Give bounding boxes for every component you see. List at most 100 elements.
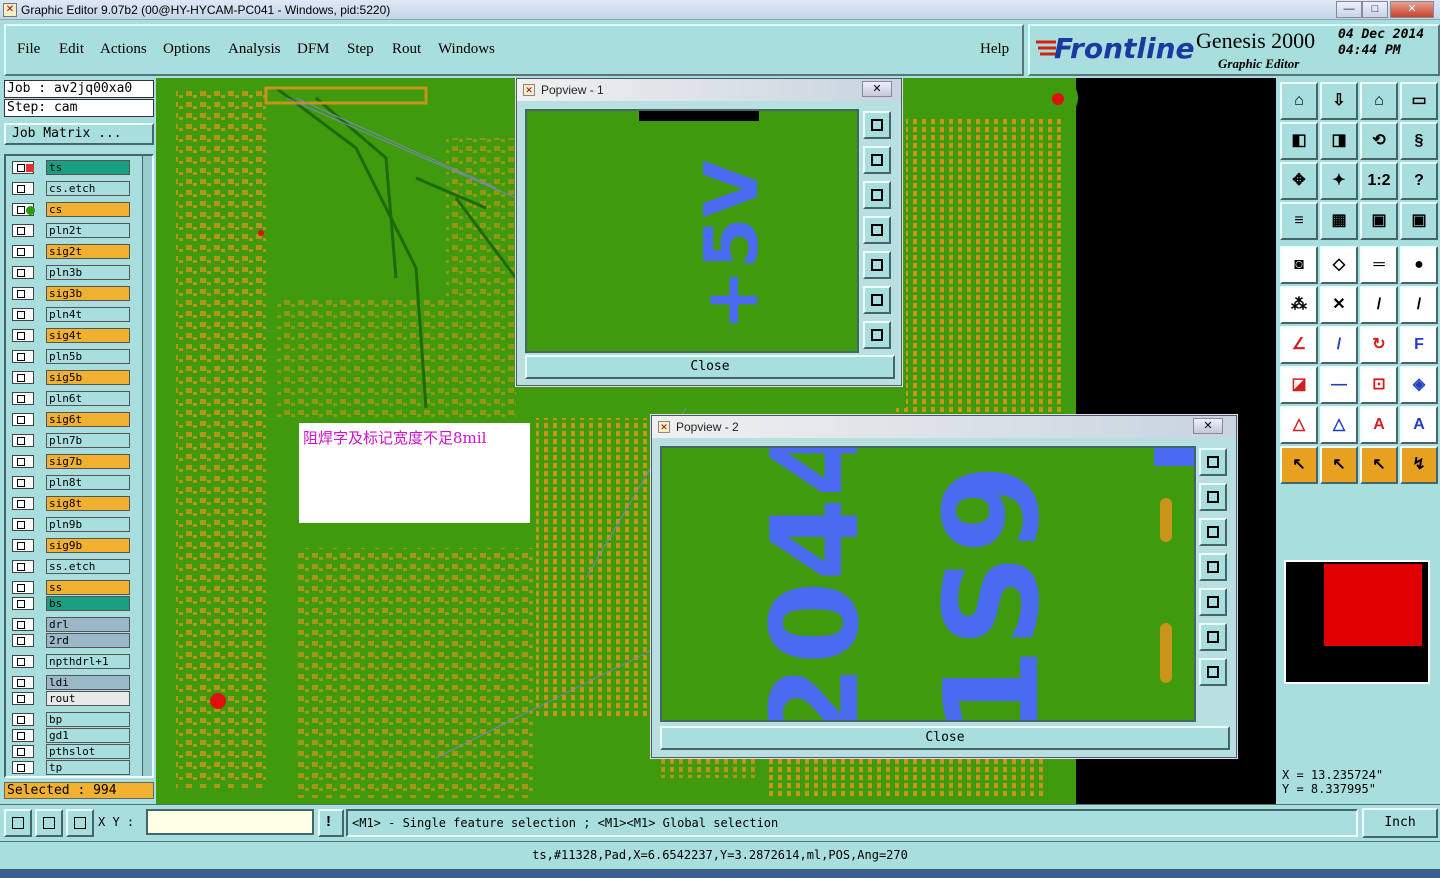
select-arrow-icon[interactable]: ↖ <box>1280 446 1318 484</box>
layer-checkbox[interactable] <box>12 245 34 258</box>
grid-icon[interactable]: ▦ <box>1320 202 1358 240</box>
popview-2-zoom-in-button[interactable] <box>1199 623 1227 651</box>
layer-name[interactable]: rout <box>46 691 130 706</box>
layer-checkbox[interactable] <box>12 329 34 342</box>
layer-name[interactable]: sig6t <box>46 412 130 427</box>
layer-name[interactable]: pln3b <box>46 265 130 280</box>
triangle-red-icon[interactable]: △ <box>1280 406 1318 444</box>
layer-row-bs[interactable]: bs <box>10 596 130 611</box>
popview-1-pan-right-button[interactable] <box>863 251 891 279</box>
popview-2-zoom-button[interactable] <box>1199 448 1227 476</box>
layer-name[interactable]: sig4t <box>46 328 130 343</box>
popview-2-viewport[interactable]: 2044 1S9 <box>660 446 1196 722</box>
layer-row-sig6t[interactable]: sig6t <box>10 412 130 427</box>
layer-list-scrollbar[interactable] <box>142 156 152 776</box>
triangle-blue-icon[interactable]: △ <box>1320 406 1358 444</box>
popview-1-pan-up-button[interactable] <box>863 146 891 174</box>
connect-icon[interactable]: ⁂ <box>1280 286 1318 324</box>
layer-row-tp[interactable]: tp <box>10 760 130 775</box>
circle-icon[interactable]: ● <box>1400 246 1438 284</box>
layer-checkbox[interactable] <box>12 476 34 489</box>
popview-2-pan-down-button[interactable] <box>1199 518 1227 546</box>
menu-analysis[interactable]: Analysis <box>228 41 281 58</box>
layer-row-pln7b[interactable]: pln7b <box>10 433 130 448</box>
layer-name[interactable]: npthdrl+1 <box>46 654 130 669</box>
layer-checkbox[interactable] <box>12 634 34 647</box>
layer-name[interactable]: sig8t <box>46 496 130 511</box>
layer-row-pln9b[interactable]: pln9b <box>10 517 130 532</box>
menu-dfm[interactable]: DFM <box>297 41 330 58</box>
overview-map[interactable] <box>1284 560 1430 684</box>
layer-name[interactable]: bp <box>46 712 130 727</box>
layer-name[interactable]: pln5b <box>46 349 130 364</box>
layer-checkbox[interactable] <box>12 745 34 758</box>
grid-tool-icon[interactable] <box>66 809 94 837</box>
slash-icon[interactable]: / <box>1320 326 1358 364</box>
layer-name[interactable]: pln2t <box>46 223 130 238</box>
popview-1-pan-down-button[interactable] <box>863 181 891 209</box>
layer-checkbox[interactable] <box>12 713 34 726</box>
layer-row-cs-etch[interactable]: cs.etch <box>10 181 130 196</box>
layer-checkbox[interactable] <box>12 224 34 237</box>
menu-file[interactable]: File <box>17 41 40 58</box>
layer-checkbox[interactable] <box>12 581 34 594</box>
layer-row-pln4t[interactable]: pln4t <box>10 307 130 322</box>
snap-icon[interactable]: ◪ <box>1280 366 1318 404</box>
popview-2-pan-left-button[interactable] <box>1199 553 1227 581</box>
ruler-icon[interactable]: ═ <box>1360 246 1398 284</box>
center-icon[interactable]: ✦ <box>1320 162 1358 200</box>
layer-name[interactable]: cs.etch <box>46 181 130 196</box>
help-query-icon[interactable]: ? <box>1400 162 1438 200</box>
menu-step[interactable]: Step <box>347 41 374 58</box>
layer-checkbox[interactable] <box>12 618 34 631</box>
menu-help[interactable]: Help <box>980 41 1009 58</box>
popview-1-zoom-button[interactable] <box>863 111 891 139</box>
popview-2-close-button[interactable]: Close <box>660 726 1230 750</box>
layer-checkbox[interactable] <box>12 518 34 531</box>
layer-checkbox[interactable] <box>12 560 34 573</box>
layer-name[interactable]: ss <box>46 580 130 595</box>
select-lasso-icon[interactable]: ↖ <box>1360 446 1398 484</box>
layer-checkbox[interactable] <box>12 371 34 384</box>
triangle-b-icon[interactable]: A <box>1400 406 1438 444</box>
layer-checkbox[interactable] <box>12 729 34 742</box>
layer-checkbox[interactable] <box>12 350 34 363</box>
layer-row-ldi[interactable]: ldi <box>10 675 130 690</box>
job-matrix-button[interactable]: Job Matrix ... <box>4 123 154 145</box>
layer-row-sig9b[interactable]: sig9b <box>10 538 130 553</box>
layer-checkbox[interactable] <box>12 287 34 300</box>
pan-left-icon[interactable]: ◧ <box>1280 122 1318 160</box>
popview-1-close-x-button[interactable]: ✕ <box>862 81 892 97</box>
layer-row-pln5b[interactable]: pln5b <box>10 349 130 364</box>
layer-name[interactable]: gd1 <box>46 728 130 743</box>
measure-icon[interactable]: ≡ <box>1280 202 1318 240</box>
layer-row-rout[interactable]: rout <box>10 691 130 706</box>
layer-checkbox[interactable] <box>12 434 34 447</box>
layer-name[interactable]: sig3b <box>46 286 130 301</box>
layer-row-ss-etch[interactable]: ss.etch <box>10 559 130 574</box>
fit-icon[interactable]: ✥ <box>1280 162 1318 200</box>
layer-name[interactable]: tp <box>46 760 130 775</box>
layer-row-sig4t[interactable]: sig4t <box>10 328 130 343</box>
select-multi-icon[interactable]: ↯ <box>1400 446 1438 484</box>
menu-options[interactable]: Options <box>163 41 211 58</box>
xy-input[interactable] <box>146 809 314 835</box>
layer-compare-icon[interactable]: ▣ <box>1360 202 1398 240</box>
units-selector[interactable]: Inch <box>1362 808 1438 838</box>
layer-row-sig8t[interactable]: sig8t <box>10 496 130 511</box>
layer-row-sig5b[interactable]: sig5b <box>10 370 130 385</box>
pan-right-icon[interactable]: ◨ <box>1320 122 1358 160</box>
layer-checkbox[interactable] <box>12 761 34 774</box>
layer-row-drl[interactable]: drl <box>10 617 130 632</box>
close-window-button[interactable]: ✕ <box>1390 1 1434 18</box>
zoom-home-icon[interactable]: ⌂ <box>1280 82 1318 120</box>
popview-2-pan-up-button[interactable] <box>1199 483 1227 511</box>
layer-row-ss[interactable]: ss <box>10 580 130 595</box>
layer-checkbox[interactable] <box>12 161 34 174</box>
menu-rout[interactable]: Rout <box>392 41 421 58</box>
angle-icon[interactable]: ∠ <box>1280 326 1318 364</box>
snap-tool-icon[interactable] <box>35 809 63 837</box>
layer-checkbox[interactable] <box>12 308 34 321</box>
layer-name[interactable]: sig2t <box>46 244 130 259</box>
layer-name[interactable]: pln7b <box>46 433 130 448</box>
